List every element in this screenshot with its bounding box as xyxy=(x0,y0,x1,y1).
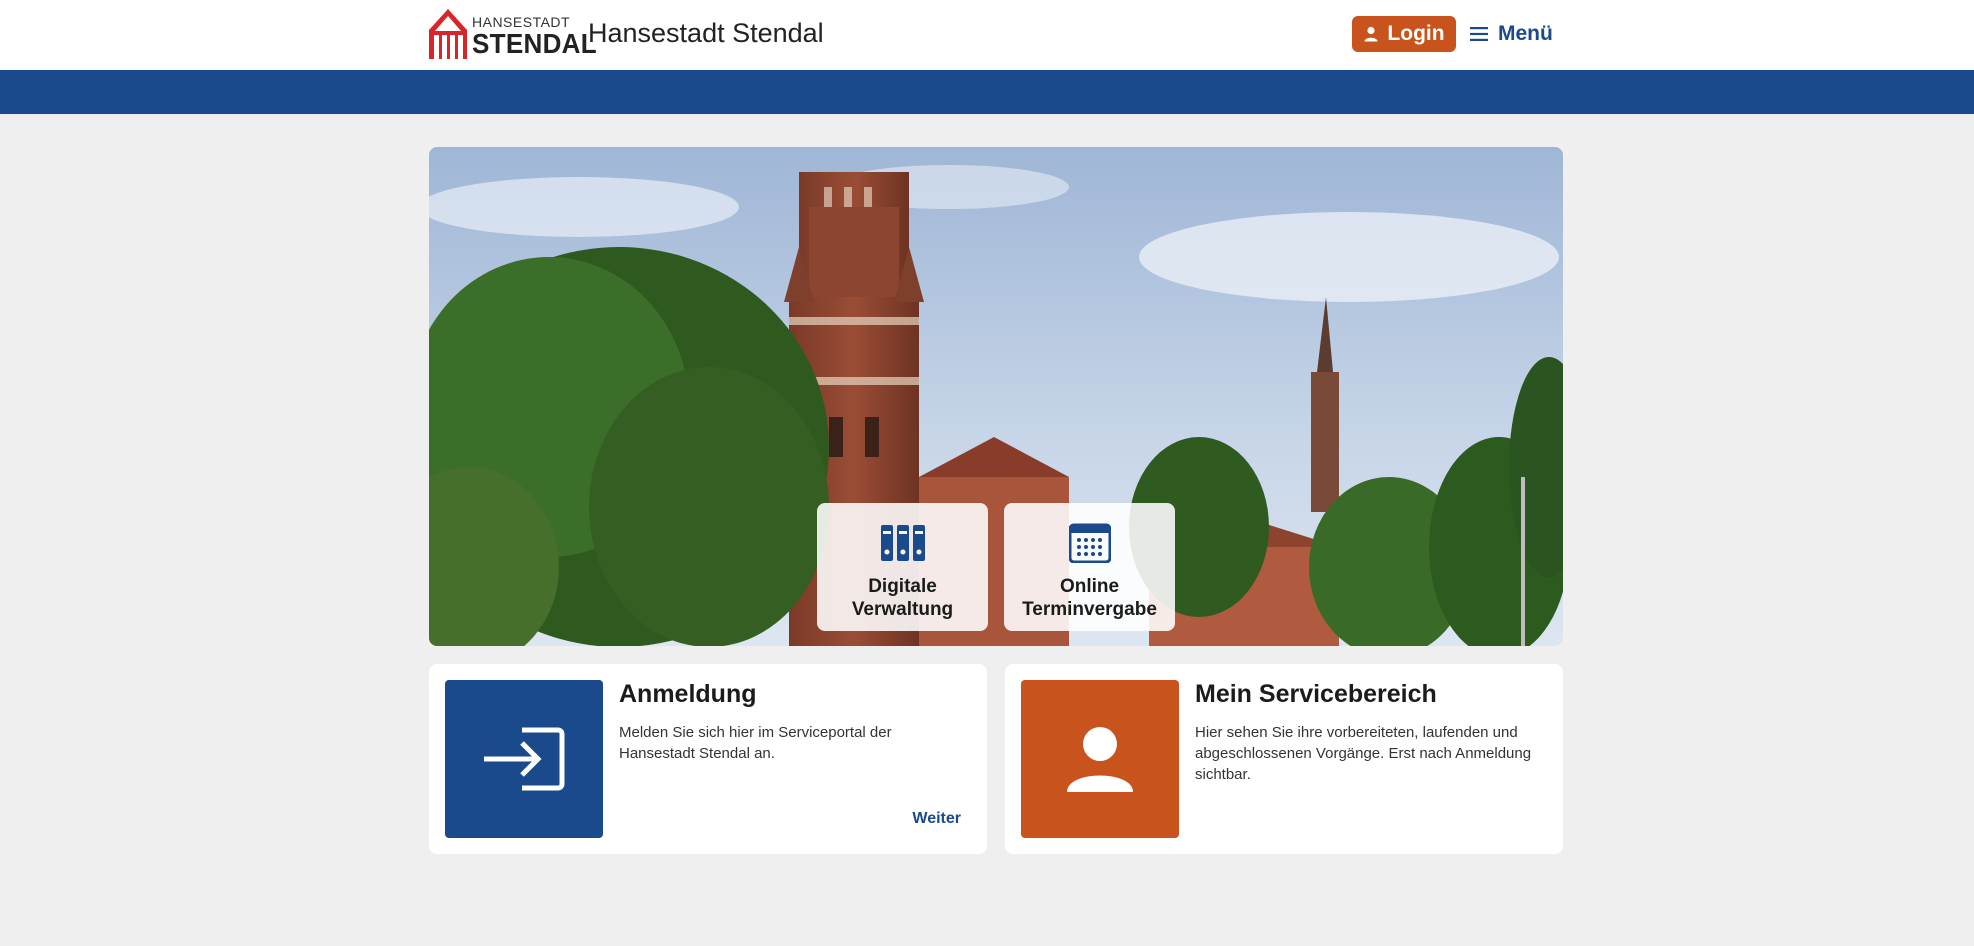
quick-link-line2: Terminvergabe xyxy=(1022,599,1157,620)
hamburger-icon xyxy=(1470,27,1488,41)
top-header: HANSESTADT STENDAL Hansestadt Stendal Lo… xyxy=(0,0,1974,71)
logo-text-big: STENDAL xyxy=(472,28,597,59)
blue-banner xyxy=(0,70,1974,114)
user-icon xyxy=(1364,26,1378,42)
login-label: Login xyxy=(1387,22,1445,45)
hero-image xyxy=(429,147,1563,646)
quick-link-line1: Online xyxy=(1059,576,1120,597)
login-button[interactable]: Login xyxy=(1352,16,1456,52)
quick-link-label: Digitale Verwaltung xyxy=(817,575,988,621)
card-description: Hier sehen Sie ihre vorbereiteten, laufe… xyxy=(1195,724,1532,783)
login-icon xyxy=(484,727,565,791)
card-title: Anmeldung xyxy=(619,680,757,708)
calendar-icon xyxy=(1068,523,1111,564)
city-logo[interactable]: HANSESTADT STENDAL xyxy=(428,8,597,60)
card-icon-box xyxy=(445,680,603,838)
menu-button[interactable]: Menü xyxy=(1470,16,1553,52)
card-description: Melden Sie sich hier im Serviceportal de… xyxy=(619,724,892,762)
menu-label: Menü xyxy=(1498,22,1553,45)
quick-link-label: Online Terminvergabe xyxy=(1004,575,1175,621)
quick-link-online-terminvergabe[interactable]: Online Terminvergabe xyxy=(1004,503,1175,631)
user-icon xyxy=(1067,727,1133,792)
quick-link-line2: Verwaltung xyxy=(851,599,954,620)
hero-banner: Digitale Verwaltung Online Terminvergabe xyxy=(429,147,1563,646)
card-mein-servicebereich[interactable]: Mein Servicebereich Hier sehen Sie ihre … xyxy=(1005,664,1563,854)
site-title[interactable]: Hansestadt Stendal xyxy=(588,18,824,49)
card-title: Mein Servicebereich xyxy=(1195,680,1437,708)
card-anmeldung[interactable]: Anmeldung Melden Sie sich hier im Servic… xyxy=(429,664,987,854)
quick-link-line1: Digitale xyxy=(868,576,937,597)
card-icon-box xyxy=(1021,680,1179,838)
quick-link-digitale-verwaltung[interactable]: Digitale Verwaltung xyxy=(817,503,988,631)
city-emblem-icon xyxy=(429,9,467,59)
binders-icon xyxy=(880,525,925,561)
weiter-link[interactable]: Weiter xyxy=(912,810,961,828)
